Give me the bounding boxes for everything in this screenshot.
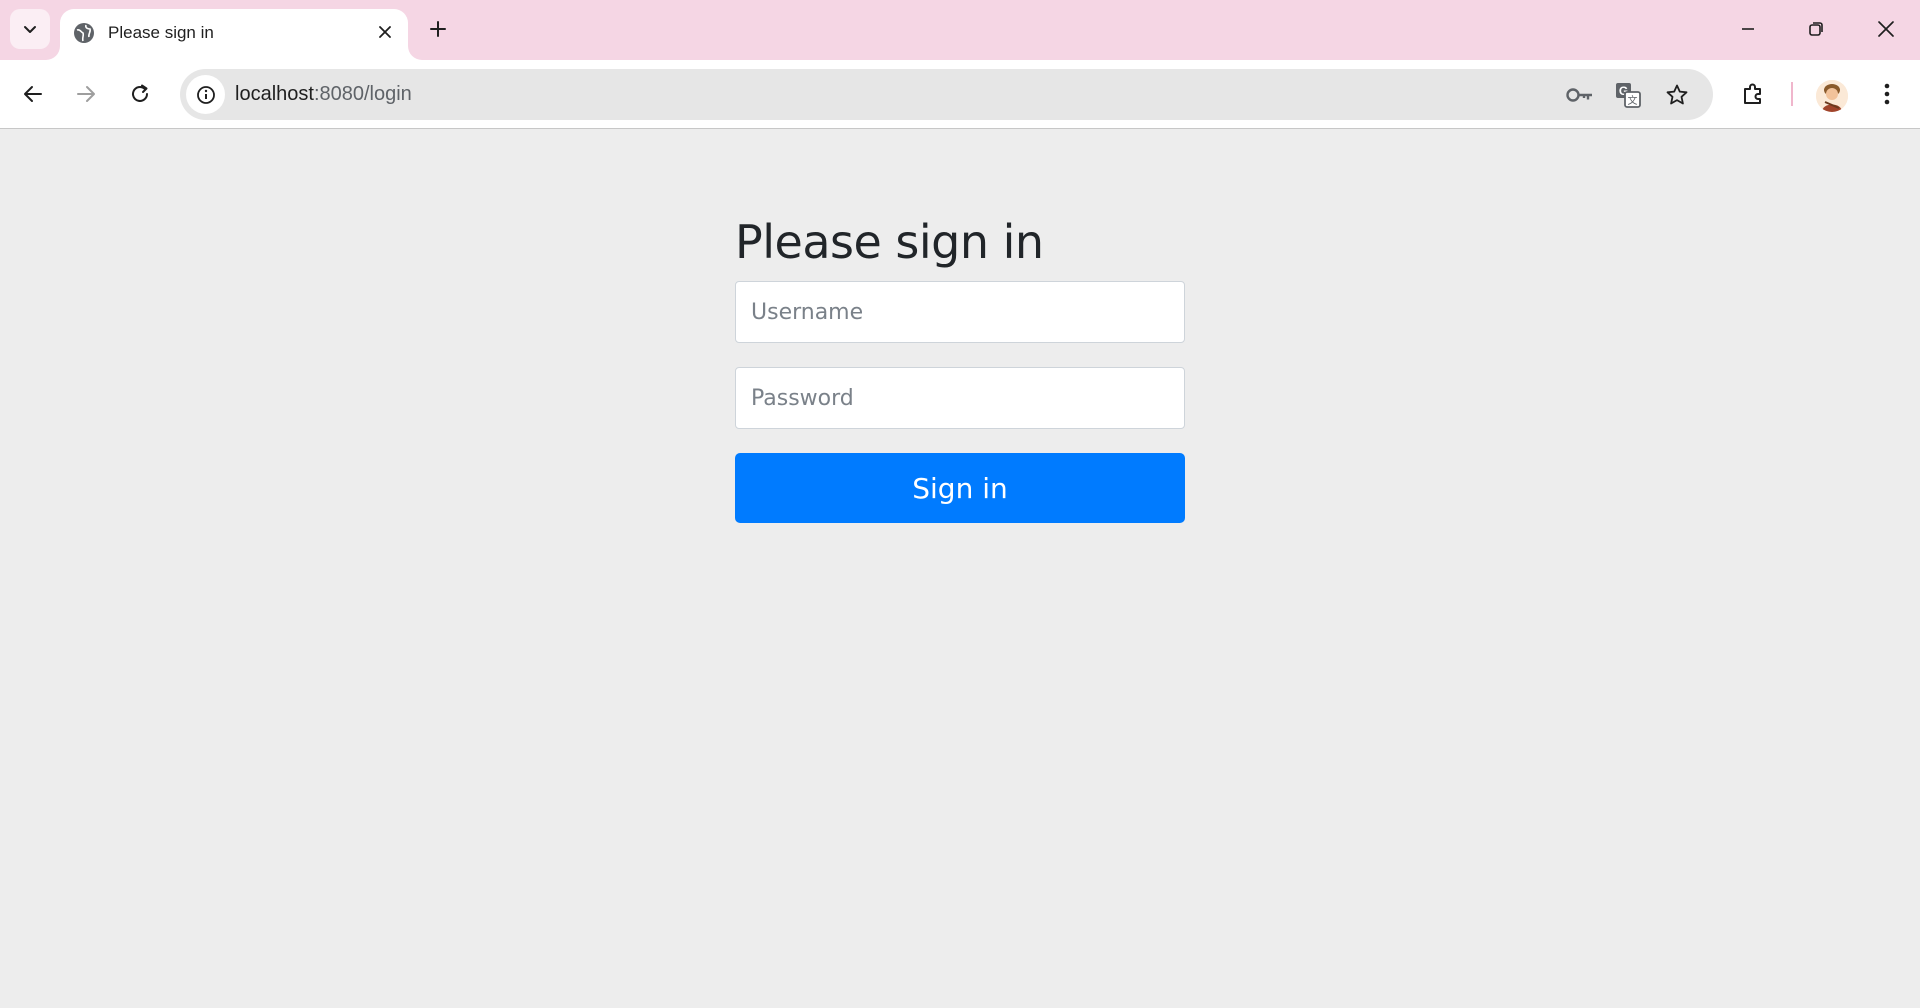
password-input[interactable] [735, 367, 1185, 429]
back-button[interactable] [13, 74, 53, 114]
browser-tab-active[interactable]: Please sign in [60, 9, 408, 60]
password-manager-button[interactable] [1565, 80, 1595, 110]
minimize-icon [1740, 21, 1756, 37]
tab-search-button[interactable] [10, 9, 50, 49]
tab-title: Please sign in [108, 23, 214, 42]
restore-icon [1808, 21, 1824, 37]
restore-button[interactable] [1782, 0, 1850, 58]
url-path: :8080/login [313, 83, 412, 105]
info-icon [196, 85, 216, 105]
address-bar[interactable]: localhost:8080/login G文 [180, 69, 1713, 120]
globe-icon [72, 21, 96, 45]
minimize-button[interactable] [1714, 0, 1782, 58]
username-input[interactable] [735, 281, 1185, 343]
sign-in-button[interactable]: Sign in [735, 453, 1185, 523]
key-icon [1566, 87, 1594, 103]
puzzle-icon [1741, 82, 1765, 106]
arrow-right-icon [75, 83, 97, 105]
url-text[interactable]: localhost:8080/login [235, 83, 412, 106]
profile-avatar[interactable] [1816, 80, 1848, 112]
reload-icon [129, 83, 151, 105]
page-title: Please sign in [735, 215, 1044, 269]
more-vertical-icon [1884, 83, 1890, 105]
close-icon [1877, 20, 1895, 38]
translate-icon: G文 [1615, 82, 1641, 108]
menu-button[interactable] [1867, 74, 1907, 114]
close-tab-icon[interactable] [372, 19, 398, 45]
browser-toolbar: localhost:8080/login G文 [0, 60, 1920, 129]
plus-icon [429, 20, 447, 38]
tab-strip: Please sign in [0, 0, 1920, 60]
site-info-button[interactable] [186, 75, 225, 114]
forward-button[interactable] [66, 74, 106, 114]
toolbar-divider [1791, 82, 1793, 106]
profile-avatar-icon [1816, 80, 1848, 112]
chevron-down-icon [22, 21, 38, 37]
bookmark-button[interactable] [1662, 80, 1692, 110]
url-host: localhost [235, 83, 314, 105]
reload-button[interactable] [120, 74, 160, 114]
login-form: Please sign in Sign in [735, 212, 1185, 523]
arrow-left-icon [22, 83, 44, 105]
close-window-button[interactable] [1852, 0, 1920, 58]
star-icon [1665, 83, 1689, 107]
svg-text:文: 文 [1628, 94, 1638, 107]
new-tab-button[interactable] [421, 12, 455, 46]
extensions-button[interactable] [1733, 74, 1773, 114]
translate-button[interactable]: G文 [1613, 80, 1643, 110]
